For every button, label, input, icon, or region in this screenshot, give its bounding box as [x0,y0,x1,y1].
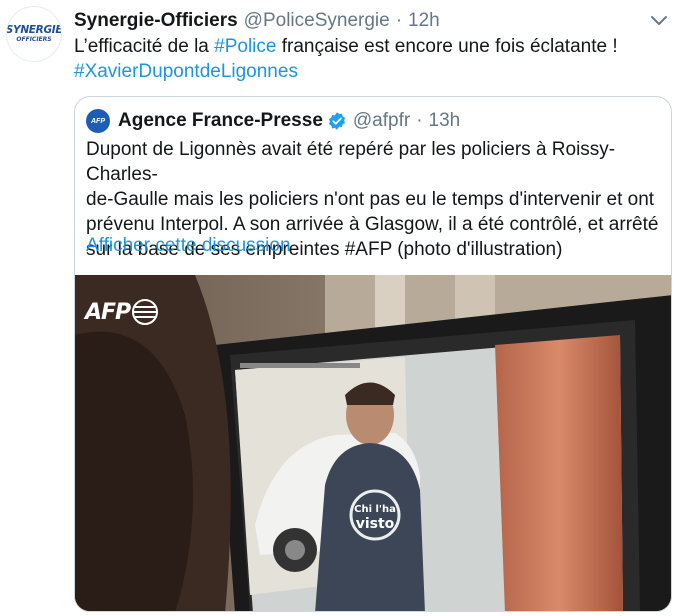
hashtag-link[interactable]: #XavierDupontdeLigonnes [74,61,298,82]
quoted-tweet[interactable]: AFP Agence France-Presse @afpfr · 13h Du… [74,96,672,612]
tweet-text-part2: française est encore une fois éclatante … [276,36,618,57]
quoted-tweet-header: AFP Agence France-Presse @afpfr · 13h [86,109,460,133]
afp-logo: AFP [85,297,160,327]
hashtag-link[interactable]: #Police [214,36,276,57]
timestamp[interactable]: 12h [408,10,440,32]
quoted-author-handle[interactable]: @afpfr [353,110,410,132]
avatar-logo-line1: SYNERGIE [6,24,62,36]
photo-illustration: Chi l'ha visto [75,275,671,611]
tweet-text: L’efficacité de la #Police française est… [74,34,664,84]
quoted-avatar[interactable]: AFP [86,109,110,133]
quoted-media-photo[interactable]: Chi l'ha visto AFP [75,275,671,611]
quoted-timestamp[interactable]: 13h [429,110,461,132]
quoted-text-line: de-Gaulle mais les policiers n'ont pas e… [86,189,655,210]
quoted-author-name[interactable]: Agence France-Presse [118,110,323,132]
verified-badge-icon [328,112,345,130]
separator-dot: · [416,110,423,131]
tweet[interactable]: SYNERGIE OFFICIERS Synergie-Officiers @P… [0,0,680,616]
tweet-text-part1: L’efficacité de la [74,36,215,57]
avatar-logo-line2: OFFICIERS [16,36,52,43]
watermark-text-line1: Chi l'ha [354,504,396,515]
chevron-down-icon[interactable] [648,12,670,30]
separator-dot: · [395,10,403,31]
quoted-text-line: prévenu Interpol. A son arrivée à Glasgo… [86,214,659,235]
afp-logo-text: AFP [85,299,131,325]
watermark-text-line2: visto [356,516,395,532]
author-handle[interactable]: @PoliceSynergie [244,10,390,32]
avatar[interactable]: SYNERGIE OFFICIERS [6,6,62,62]
quoted-text-line: Dupont de Ligonnès avait été repéré par … [86,139,616,185]
show-thread-link[interactable]: Afficher cette discussion [86,235,291,257]
author-name[interactable]: Synergie-Officiers [74,10,238,32]
afp-globe-icon [132,299,159,325]
tweet-header: Synergie-Officiers @PoliceSynergie · 12h [74,8,440,34]
